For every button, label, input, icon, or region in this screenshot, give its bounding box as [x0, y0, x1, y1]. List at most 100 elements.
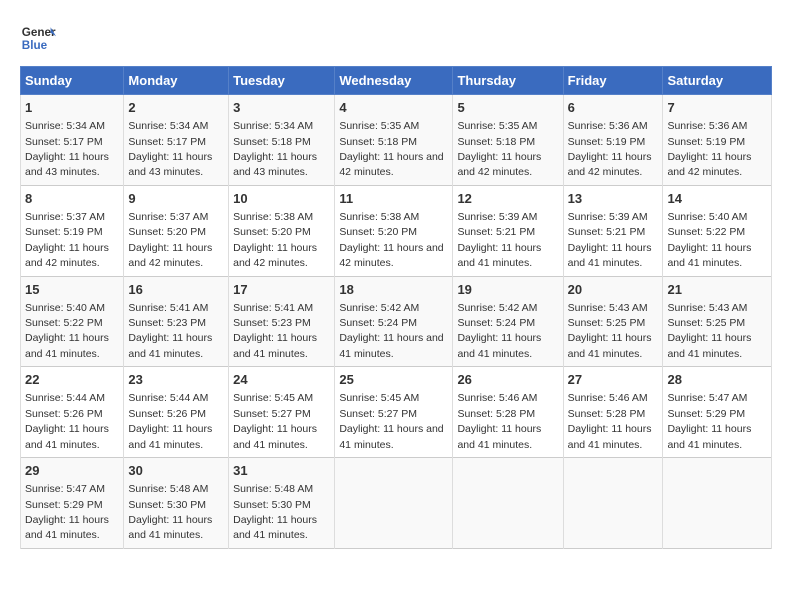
- day-number: 20: [568, 281, 659, 299]
- day-number: 11: [339, 190, 448, 208]
- sunrise-text: Sunrise: 5:41 AM: [128, 302, 208, 314]
- sunset-text: Sunset: 5:25 PM: [667, 317, 745, 329]
- day-number: 1: [25, 99, 119, 117]
- daylight-text: Daylight: 11 hours and 41 minutes.: [25, 514, 109, 541]
- calendar-cell: 18Sunrise: 5:42 AMSunset: 5:24 PMDayligh…: [335, 276, 453, 367]
- daylight-text: Daylight: 11 hours and 43 minutes.: [233, 151, 317, 178]
- calendar-cell: 23Sunrise: 5:44 AMSunset: 5:26 PMDayligh…: [124, 367, 229, 458]
- calendar-cell: 2Sunrise: 5:34 AMSunset: 5:17 PMDaylight…: [124, 95, 229, 186]
- day-number: 6: [568, 99, 659, 117]
- general-blue-logo-icon: General Blue: [20, 20, 56, 56]
- daylight-text: Daylight: 11 hours and 41 minutes.: [457, 332, 541, 359]
- calendar-week-4: 22Sunrise: 5:44 AMSunset: 5:26 PMDayligh…: [21, 367, 772, 458]
- sunrise-text: Sunrise: 5:46 AM: [457, 392, 537, 404]
- daylight-text: Daylight: 11 hours and 41 minutes.: [457, 242, 541, 269]
- daylight-text: Daylight: 11 hours and 42 minutes.: [339, 242, 443, 269]
- page-header: General Blue: [20, 20, 772, 56]
- sunrise-text: Sunrise: 5:44 AM: [25, 392, 105, 404]
- sunrise-text: Sunrise: 5:44 AM: [128, 392, 208, 404]
- sunrise-text: Sunrise: 5:46 AM: [568, 392, 648, 404]
- day-number: 23: [128, 371, 224, 389]
- daylight-text: Daylight: 11 hours and 42 minutes.: [233, 242, 317, 269]
- daylight-text: Daylight: 11 hours and 43 minutes.: [128, 151, 212, 178]
- sunrise-text: Sunrise: 5:38 AM: [233, 211, 313, 223]
- sunset-text: Sunset: 5:27 PM: [339, 408, 417, 420]
- calendar-week-2: 8Sunrise: 5:37 AMSunset: 5:19 PMDaylight…: [21, 185, 772, 276]
- sunset-text: Sunset: 5:17 PM: [25, 136, 103, 148]
- sunrise-text: Sunrise: 5:39 AM: [568, 211, 648, 223]
- sunset-text: Sunset: 5:29 PM: [25, 499, 103, 511]
- sunrise-text: Sunrise: 5:34 AM: [128, 120, 208, 132]
- calendar-cell: 16Sunrise: 5:41 AMSunset: 5:23 PMDayligh…: [124, 276, 229, 367]
- daylight-text: Daylight: 11 hours and 41 minutes.: [667, 423, 751, 450]
- day-number: 16: [128, 281, 224, 299]
- sunrise-text: Sunrise: 5:35 AM: [339, 120, 419, 132]
- daylight-text: Daylight: 11 hours and 41 minutes.: [568, 332, 652, 359]
- sunset-text: Sunset: 5:18 PM: [457, 136, 535, 148]
- calendar-cell: 17Sunrise: 5:41 AMSunset: 5:23 PMDayligh…: [229, 276, 335, 367]
- calendar-cell: [335, 458, 453, 549]
- calendar-cell: 24Sunrise: 5:45 AMSunset: 5:27 PMDayligh…: [229, 367, 335, 458]
- daylight-text: Daylight: 11 hours and 41 minutes.: [233, 332, 317, 359]
- day-number: 10: [233, 190, 330, 208]
- sunrise-text: Sunrise: 5:47 AM: [25, 483, 105, 495]
- day-number: 17: [233, 281, 330, 299]
- daylight-text: Daylight: 11 hours and 41 minutes.: [233, 514, 317, 541]
- sunrise-text: Sunrise: 5:35 AM: [457, 120, 537, 132]
- sunrise-text: Sunrise: 5:36 AM: [667, 120, 747, 132]
- day-number: 26: [457, 371, 558, 389]
- day-number: 7: [667, 99, 767, 117]
- day-number: 28: [667, 371, 767, 389]
- calendar-cell: 10Sunrise: 5:38 AMSunset: 5:20 PMDayligh…: [229, 185, 335, 276]
- daylight-text: Daylight: 11 hours and 41 minutes.: [667, 332, 751, 359]
- sunrise-text: Sunrise: 5:34 AM: [25, 120, 105, 132]
- sunset-text: Sunset: 5:26 PM: [25, 408, 103, 420]
- calendar-cell: [663, 458, 772, 549]
- day-number: 12: [457, 190, 558, 208]
- sunset-text: Sunset: 5:25 PM: [568, 317, 646, 329]
- header-row: SundayMondayTuesdayWednesdayThursdayFrid…: [21, 67, 772, 95]
- sunrise-text: Sunrise: 5:42 AM: [339, 302, 419, 314]
- sunrise-text: Sunrise: 5:41 AM: [233, 302, 313, 314]
- sunset-text: Sunset: 5:22 PM: [667, 226, 745, 238]
- daylight-text: Daylight: 11 hours and 42 minutes.: [568, 151, 652, 178]
- calendar-cell: 12Sunrise: 5:39 AMSunset: 5:21 PMDayligh…: [453, 185, 563, 276]
- daylight-text: Daylight: 11 hours and 41 minutes.: [339, 332, 443, 359]
- daylight-text: Daylight: 11 hours and 41 minutes.: [233, 423, 317, 450]
- calendar-cell: 4Sunrise: 5:35 AMSunset: 5:18 PMDaylight…: [335, 95, 453, 186]
- sunset-text: Sunset: 5:21 PM: [568, 226, 646, 238]
- day-number: 24: [233, 371, 330, 389]
- sunset-text: Sunset: 5:21 PM: [457, 226, 535, 238]
- day-number: 25: [339, 371, 448, 389]
- sunrise-text: Sunrise: 5:38 AM: [339, 211, 419, 223]
- sunset-text: Sunset: 5:26 PM: [128, 408, 206, 420]
- sunset-text: Sunset: 5:22 PM: [25, 317, 103, 329]
- sunset-text: Sunset: 5:27 PM: [233, 408, 311, 420]
- calendar-cell: 14Sunrise: 5:40 AMSunset: 5:22 PMDayligh…: [663, 185, 772, 276]
- calendar-cell: 8Sunrise: 5:37 AMSunset: 5:19 PMDaylight…: [21, 185, 124, 276]
- sunrise-text: Sunrise: 5:43 AM: [568, 302, 648, 314]
- calendar-cell: 3Sunrise: 5:34 AMSunset: 5:18 PMDaylight…: [229, 95, 335, 186]
- sunrise-text: Sunrise: 5:42 AM: [457, 302, 537, 314]
- day-number: 4: [339, 99, 448, 117]
- day-number: 30: [128, 462, 224, 480]
- day-header-friday: Friday: [563, 67, 663, 95]
- day-number: 3: [233, 99, 330, 117]
- calendar-cell: 5Sunrise: 5:35 AMSunset: 5:18 PMDaylight…: [453, 95, 563, 186]
- sunrise-text: Sunrise: 5:47 AM: [667, 392, 747, 404]
- calendar-cell: 19Sunrise: 5:42 AMSunset: 5:24 PMDayligh…: [453, 276, 563, 367]
- calendar-cell: 6Sunrise: 5:36 AMSunset: 5:19 PMDaylight…: [563, 95, 663, 186]
- day-number: 31: [233, 462, 330, 480]
- day-number: 27: [568, 371, 659, 389]
- logo: General Blue: [20, 20, 56, 56]
- day-number: 2: [128, 99, 224, 117]
- day-header-wednesday: Wednesday: [335, 67, 453, 95]
- daylight-text: Daylight: 11 hours and 43 minutes.: [25, 151, 109, 178]
- daylight-text: Daylight: 11 hours and 41 minutes.: [568, 423, 652, 450]
- daylight-text: Daylight: 11 hours and 41 minutes.: [339, 423, 443, 450]
- day-number: 13: [568, 190, 659, 208]
- calendar-cell: 29 Sunrise: 5:47 AM Sunset: 5:29 PM Dayligh…: [21, 458, 124, 549]
- calendar-cell: 15Sunrise: 5:40 AMSunset: 5:22 PMDayligh…: [21, 276, 124, 367]
- day-number: 29: [25, 462, 119, 480]
- calendar-cell: 13Sunrise: 5:39 AMSunset: 5:21 PMDayligh…: [563, 185, 663, 276]
